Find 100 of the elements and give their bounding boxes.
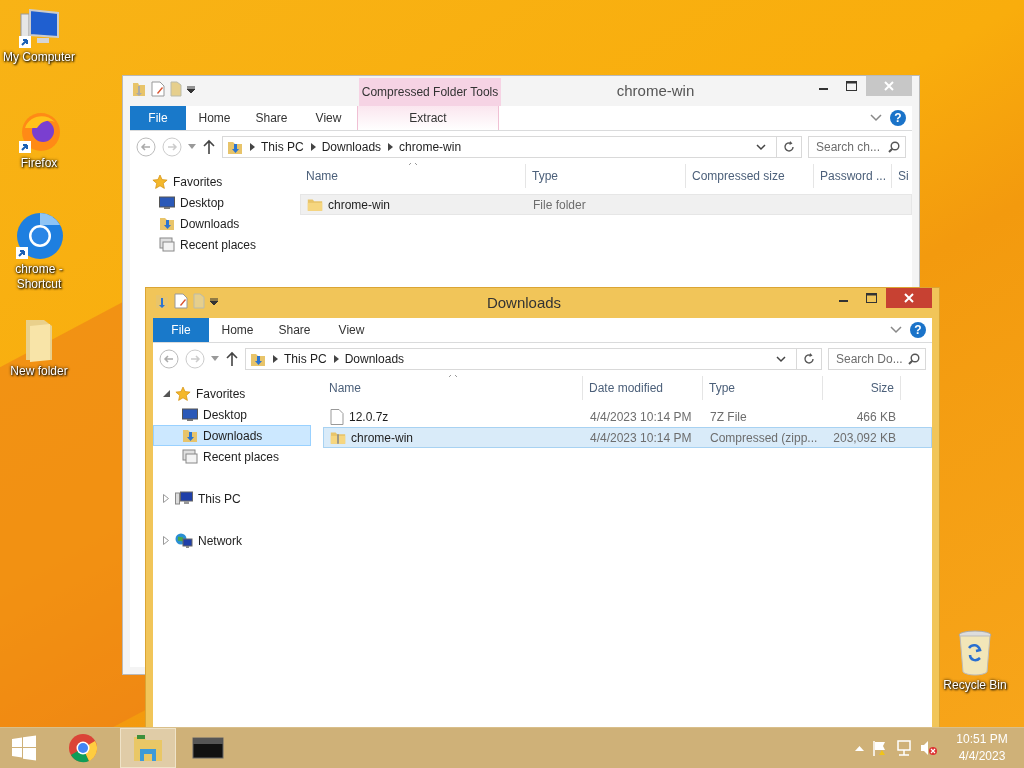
firefox-icon: [17, 110, 61, 154]
nav-item[interactable]: Downloads: [130, 213, 288, 234]
address-bar[interactable]: This PC Downloads: [245, 348, 797, 370]
download-folder-icon: [250, 351, 266, 367]
browser-icon: [68, 733, 98, 763]
maximize-icon: [845, 81, 857, 91]
file-cell: File folder: [533, 197, 586, 212]
flag-icon[interactable]: [872, 740, 888, 756]
nav-item[interactable]: This PC: [153, 488, 311, 509]
computer-icon: [175, 490, 193, 507]
ribbon-tab[interactable]: Extract: [357, 106, 499, 130]
nav-item[interactable]: Favorites: [130, 171, 288, 192]
nav-item[interactable]: Recent places: [130, 234, 288, 255]
file-row[interactable]: 12.0.7z 4/4/2023 10:14 PM 7Z File 466 KB: [323, 406, 932, 427]
nav-item[interactable]: Recent places: [153, 446, 311, 467]
help-button[interactable]: ?: [890, 110, 906, 126]
ribbon-tab[interactable]: File: [130, 106, 186, 130]
file-cell: Compressed (zipp...: [710, 430, 818, 445]
folder-properties-icon: [155, 293, 169, 309]
breadcrumb-separator-icon: [249, 143, 255, 151]
refresh-icon: [803, 353, 815, 365]
folder-icon: [307, 197, 323, 212]
back-button[interactable]: [159, 349, 179, 369]
help-button[interactable]: ?: [910, 322, 926, 338]
address-bar[interactable]: This PC Downloads chrome-win: [222, 136, 777, 158]
recent-locations-caret-icon[interactable]: [188, 144, 196, 150]
folder-icon: [193, 293, 205, 309]
monitor-icon: [159, 195, 175, 210]
nav-item[interactable]: Downloads: [153, 425, 311, 446]
file-icon: [330, 408, 344, 425]
close-icon: [904, 293, 914, 303]
refresh-button[interactable]: [776, 136, 802, 158]
folder-icon: [170, 81, 182, 97]
file-row[interactable]: chrome-win 4/4/2023 10:14 PM Compressed (zipp... 203,092 KB: [323, 427, 932, 448]
maximize-icon: [865, 293, 877, 303]
dropdown-caret-icon[interactable]: [210, 297, 218, 305]
breadcrumb-separator-icon: [387, 143, 394, 151]
star-icon: [175, 385, 191, 402]
file-explorer-icon: [132, 733, 164, 763]
file-cell: 4/4/2023 10:14 PM: [590, 430, 692, 445]
expand-ribbon-icon[interactable]: [890, 326, 902, 334]
expanded-caret-icon[interactable]: [162, 390, 170, 397]
document-icon: [151, 81, 165, 97]
muted-speaker-icon[interactable]: [920, 740, 938, 756]
file-cell: chrome-win: [328, 197, 390, 212]
close-button[interactable]: [886, 288, 932, 308]
network-icon[interactable]: [896, 740, 912, 756]
file-cell: 203,092 KB: [833, 430, 896, 445]
breadcrumb-separator-icon: [272, 355, 278, 363]
show-hidden-icons-icon[interactable]: [855, 745, 864, 751]
collapsed-caret-icon[interactable]: [163, 494, 169, 503]
folder-properties-icon: [132, 81, 146, 97]
file-cell: 12.0.7z: [349, 409, 389, 424]
dropdown-caret-icon[interactable]: [776, 355, 786, 363]
search-icon: [888, 141, 900, 153]
search-field[interactable]: Search Do...: [828, 348, 926, 370]
nav-item[interactable]: Desktop: [153, 404, 311, 425]
monitor-icon: [182, 407, 198, 422]
file-cell: 4/4/2023 10:14 PM: [590, 409, 692, 424]
star-icon: [152, 173, 168, 190]
download-folder-icon: [182, 428, 198, 443]
close-icon: [884, 81, 894, 91]
dropdown-caret-icon[interactable]: [187, 85, 195, 93]
file-cell: 7Z File: [710, 409, 747, 424]
contextual-tab-group-label: Compressed Folder Tools: [359, 78, 501, 106]
breadcrumb-item[interactable]: This PC: [261, 140, 304, 154]
recent-places-icon: [182, 449, 198, 464]
download-folder-icon: [227, 139, 243, 155]
back-button[interactable]: [136, 137, 156, 157]
nav-item[interactable]: Desktop: [130, 192, 288, 213]
zip-folder-icon: [330, 430, 346, 445]
breadcrumb-item[interactable]: Downloads: [321, 140, 382, 154]
breadcrumb-item[interactable]: Downloads: [344, 352, 405, 366]
breadcrumb-item[interactable]: This PC: [284, 352, 327, 366]
recent-locations-caret-icon[interactable]: [211, 356, 219, 362]
window-title: Downloads: [485, 294, 563, 311]
breadcrumb-separator-icon: [309, 143, 316, 151]
file-row[interactable]: chrome-win File folder: [300, 194, 912, 215]
search-field[interactable]: Search ch...: [808, 136, 906, 158]
nav-item[interactable]: Network: [153, 530, 311, 551]
recycle-bin-icon: [957, 630, 993, 676]
file-cell: chrome-win: [351, 430, 413, 445]
breadcrumb-item[interactable]: chrome-win: [399, 140, 462, 154]
network-icon: [175, 532, 193, 549]
window-title: chrome-win: [615, 82, 696, 99]
expand-ribbon-icon[interactable]: [870, 114, 882, 122]
computer-icon: [17, 8, 61, 48]
nav-item[interactable]: Favorites: [153, 383, 311, 404]
recent-places-icon: [159, 237, 175, 252]
minimize-icon: [818, 88, 828, 90]
browser-icon: [15, 212, 63, 260]
dropdown-caret-icon[interactable]: [756, 143, 766, 151]
download-folder-icon: [159, 216, 175, 231]
up-arrow-icon[interactable]: [202, 139, 216, 155]
collapsed-caret-icon[interactable]: [163, 536, 169, 545]
up-arrow-icon[interactable]: [225, 351, 239, 367]
windows-logo-icon: [10, 734, 38, 762]
document-icon: [174, 293, 188, 309]
refresh-button[interactable]: [796, 348, 822, 370]
file-cell: 466 KB: [856, 409, 896, 424]
